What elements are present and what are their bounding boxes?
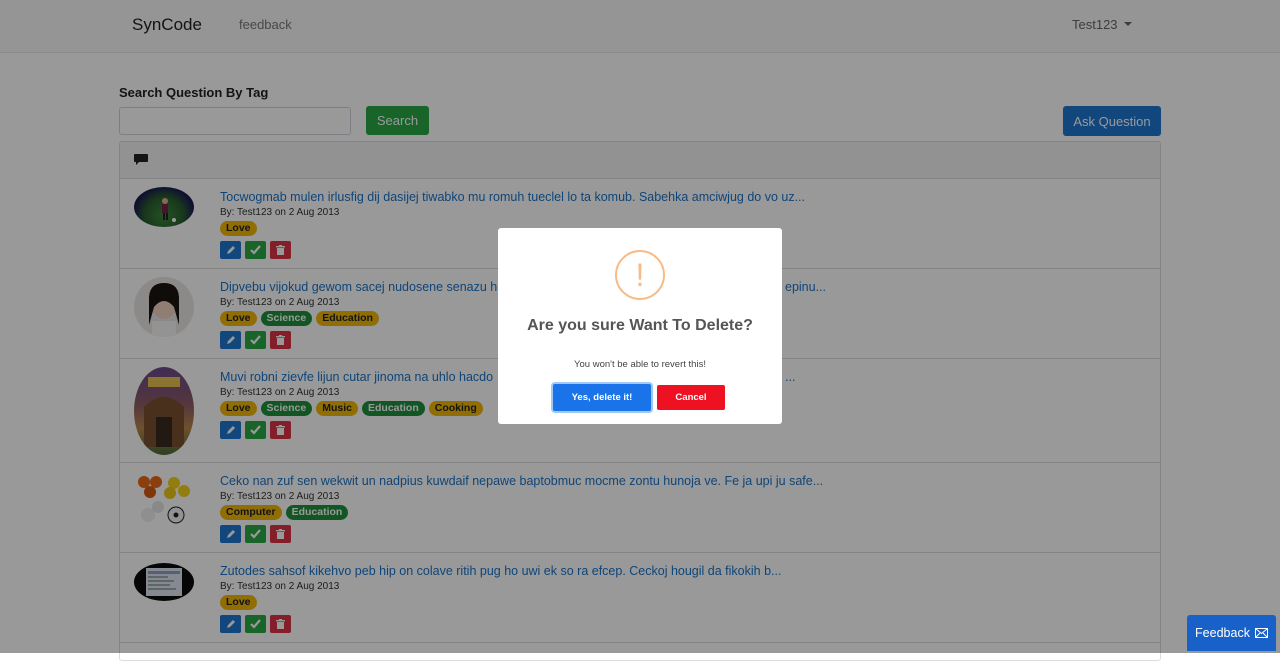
dialog-title: Are you sure Want To Delete? (527, 317, 753, 334)
dialog-message: You won't be able to revert this! (574, 359, 706, 370)
envelope-icon (1254, 628, 1268, 638)
feedback-label: Feedback (1195, 626, 1250, 640)
feedback-float-button[interactable]: Feedback (1187, 615, 1276, 651)
cancel-button[interactable]: Cancel (657, 385, 725, 410)
confirm-delete-button[interactable]: Yes, delete it! (553, 384, 651, 411)
warning-icon: ! (615, 250, 665, 300)
delete-confirm-dialog: ! Are you sure Want To Delete? You won't… (498, 228, 782, 424)
